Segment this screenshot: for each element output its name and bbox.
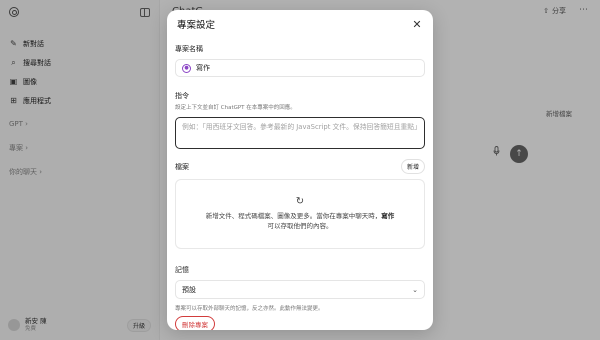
project-name-value: 寫作 <box>196 64 210 72</box>
delete-project-button[interactable]: 刪除專案 <box>175 316 215 330</box>
memory-help: 專案可以存取外部聊天的記憶，反之亦然。此動作無法變更。 <box>175 306 324 312</box>
instructions-help: 設定上下文並自訂 ChatGPT 在本專案中的回應。 <box>175 105 296 111</box>
instructions-textarea[interactable]: 例如：「用西班牙文回答。參考最新的 JavaScript 文件。保持回答簡短且重… <box>175 117 425 149</box>
memory-label: 記憶 <box>175 266 189 274</box>
files-description: 新增文件、程式碼檔案、圖像及更多。當你在專案中聊天時，寫作 可以存取他們的內容。 <box>206 212 395 232</box>
files-text-project: 寫作 <box>381 212 395 221</box>
memory-select[interactable]: 預設 ⌄ <box>175 280 425 299</box>
dialog-body: 專案名稱 ● 寫作 指令 設定上下文並自訂 ChatGPT 在本專案中的回應。 … <box>167 44 433 312</box>
dialog-title: 專案設定 <box>177 20 216 31</box>
files-dropzone[interactable]: ↻ 新增文件、程式碼檔案、圖像及更多。當你在專案中聊天時，寫作 可以存取他們的內… <box>175 179 425 249</box>
close-icon[interactable]: ✕ <box>411 18 423 30</box>
files-text-part2: 可以存取他們的內容。 <box>267 222 333 230</box>
project-name-label: 專案名稱 <box>175 45 203 53</box>
project-settings-dialog: 專案設定 ✕ 專案名稱 ● 寫作 指令 設定上下文並自訂 ChatGPT 在本專… <box>167 10 433 330</box>
chevron-down-icon: ⌄ <box>412 285 418 294</box>
project-name-input[interactable]: ● 寫作 <box>175 59 425 77</box>
instructions-label: 指令 <box>175 92 189 100</box>
upload-icon: ↻ <box>295 196 305 208</box>
memory-value: 預設 <box>182 285 196 294</box>
files-label: 檔案 <box>175 162 189 171</box>
add-file-button[interactable]: 新增 <box>400 159 425 174</box>
project-icon[interactable]: ● <box>182 63 191 73</box>
files-header: 檔案 新增 <box>175 159 425 174</box>
dialog-header: 專案設定 ✕ <box>167 10 433 38</box>
files-text-part1: 新增文件、程式碼檔案、圖像及更多。當你在專案中聊天時， <box>205 212 382 221</box>
